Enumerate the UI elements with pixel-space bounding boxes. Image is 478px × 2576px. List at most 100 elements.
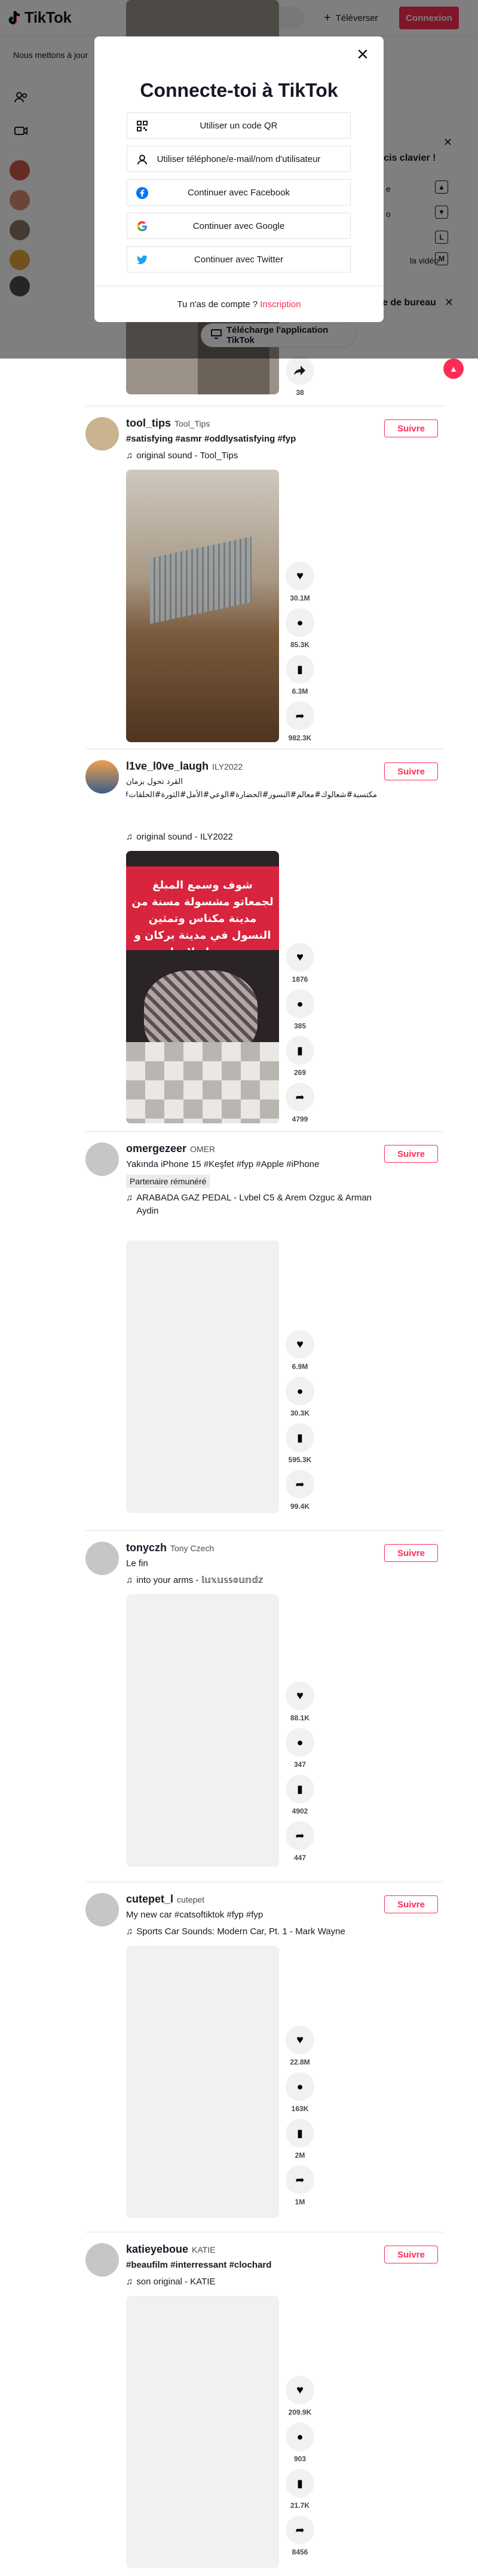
post-author[interactable]: tonyczh Tony Czech — [126, 1542, 214, 1554]
comment-action[interactable]: ● 30.3K — [286, 1377, 314, 1417]
login-qr-button[interactable]: Utiliser un code QR — [127, 112, 351, 139]
post-music[interactable]: ♫ son original - KATIE — [126, 2275, 389, 2289]
follow-button[interactable]: Suivre — [384, 1544, 438, 1562]
author-avatar[interactable] — [85, 1893, 119, 1926]
comment-action[interactable]: ● 385 — [286, 990, 314, 1030]
save-action[interactable]: ▮ 4902 — [286, 1775, 314, 1815]
share-button[interactable]: ➦ — [286, 702, 314, 730]
post-author[interactable]: cutepet_l cutepet — [126, 1893, 204, 1906]
close-modal-button[interactable]: ✕ — [354, 46, 372, 64]
follow-button[interactable]: Suivre — [384, 419, 438, 437]
video-player[interactable] — [126, 1946, 279, 2218]
share-action[interactable]: 38 — [286, 356, 314, 397]
save-button[interactable]: ▮ — [286, 2469, 314, 2498]
share-button[interactable]: ➦ — [286, 2165, 314, 2194]
comment-button[interactable]: ● — [286, 2422, 314, 2451]
like-button[interactable]: ♥ — [286, 1681, 314, 1710]
share-button[interactable]: ➦ — [286, 2516, 314, 2544]
share-button[interactable]: ➦ — [286, 1821, 314, 1850]
post-author[interactable]: katieyeboue KATIE — [126, 2243, 215, 2256]
save-button[interactable]: ▮ — [286, 1036, 314, 1065]
video-player[interactable] — [126, 470, 279, 742]
video-player[interactable] — [126, 2296, 279, 2568]
hashtag[interactable]: #satisfying — [126, 434, 173, 444]
share-action[interactable]: ➦ 4799 — [286, 1083, 314, 1123]
scroll-top-button[interactable]: ▲ — [443, 359, 464, 379]
author-username[interactable]: omergezeer — [126, 1142, 186, 1155]
save-button[interactable]: ▮ — [286, 655, 314, 684]
post-music[interactable]: ♫ original sound - Tool_Tips — [126, 449, 389, 462]
author-username[interactable]: l1ve_l0ve_laugh — [126, 760, 209, 773]
comment-button[interactable]: ● — [286, 990, 314, 1018]
like-action[interactable]: ♥ 1876 — [286, 943, 314, 984]
save-action[interactable]: ▮ 21.7K — [286, 2469, 314, 2510]
save-action[interactable]: ▮ 595.3K — [286, 1423, 314, 1464]
comment-button[interactable]: ● — [286, 2072, 314, 2101]
author-avatar[interactable] — [85, 1142, 119, 1176]
like-button[interactable]: ♥ — [286, 562, 314, 590]
share-button[interactable] — [286, 356, 314, 385]
like-button[interactable]: ♥ — [286, 2376, 314, 2405]
share-button[interactable]: ➦ — [286, 1470, 314, 1499]
share-action[interactable]: ➦ 447 — [286, 1821, 314, 1862]
follow-button[interactable]: Suivre — [384, 1895, 438, 1913]
comment-action[interactable]: ● 903 — [286, 2422, 314, 2463]
share-action[interactable]: ➦ 8456 — [286, 2516, 314, 2556]
author-username[interactable]: tool_tips — [126, 417, 171, 430]
video-player[interactable] — [126, 1594, 279, 1867]
follow-button[interactable]: Suivre — [384, 2246, 438, 2263]
post-music[interactable]: ♫ original sound - ILY2022 — [126, 831, 389, 844]
author-username[interactable]: katieyeboue — [126, 2243, 188, 2256]
video-player[interactable]: شوف وسمع المبلغ لجمعاتو مشسولة مسنة من م… — [126, 851, 279, 1123]
comment-action[interactable]: ● 163K — [286, 2072, 314, 2113]
hashtag[interactable]: #oddlysatisfying — [204, 434, 275, 444]
save-action[interactable]: ▮ 269 — [286, 1036, 314, 1077]
login-facebook-button[interactable]: Continuer avec Facebook — [127, 179, 351, 206]
comment-action[interactable]: ● 85.3K — [286, 608, 314, 649]
post-author[interactable]: l1ve_l0ve_laugh ILY2022 — [126, 760, 243, 773]
save-button[interactable]: ▮ — [286, 1775, 314, 1803]
like-button[interactable]: ♥ — [286, 1330, 314, 1359]
like-button[interactable]: ♥ — [286, 2026, 314, 2054]
hashtag[interactable]: #asmr — [176, 434, 202, 444]
like-action[interactable]: ♥ 22.8M — [286, 2026, 314, 2066]
comment-button[interactable]: ● — [286, 1728, 314, 1757]
follow-button[interactable]: Suivre — [384, 1145, 438, 1163]
comment-button[interactable]: ● — [286, 1377, 314, 1405]
follow-button[interactable]: Suivre — [384, 762, 438, 780]
author-username[interactable]: cutepet_l — [126, 1893, 173, 1906]
login-google-button[interactable]: Continuer avec Google — [127, 213, 351, 239]
share-count: 4799 — [292, 1115, 308, 1123]
save-button[interactable]: ▮ — [286, 2119, 314, 2148]
login-twitter-button[interactable]: Continuer avec Twitter — [127, 246, 351, 272]
author-avatar[interactable] — [85, 2243, 119, 2277]
post-music[interactable]: ♫ Sports Car Sounds: Modern Car, Pt. 1 -… — [126, 1925, 389, 1938]
author-username[interactable]: tonyczh — [126, 1542, 167, 1554]
save-action[interactable]: ▮ 6.3M — [286, 655, 314, 696]
post-author[interactable]: omergezeer OMER — [126, 1142, 215, 1155]
post-music[interactable]: ♫ into your arms - 𝕝𝕦𝕩𝕦𝕤𝕤𝕠𝕦𝕟𝕕𝕫 — [126, 1574, 389, 1587]
login-phone-email-button[interactable]: Utiliser téléphone/e-mail/nom d'utilisat… — [127, 146, 351, 172]
author-avatar[interactable] — [85, 417, 119, 451]
heart-icon: ♥ — [296, 2033, 304, 2047]
like-action[interactable]: ♥ 209.9K — [286, 2376, 314, 2416]
share-action[interactable]: ➦ 1M — [286, 2165, 314, 2206]
like-action[interactable]: ♥ 30.1M — [286, 562, 314, 602]
video-player[interactable] — [126, 1240, 279, 1513]
share-button[interactable]: ➦ — [286, 1083, 314, 1111]
post-author[interactable]: tool_tips Tool_Tips — [126, 417, 210, 430]
comment-action[interactable]: ● 347 — [286, 1728, 314, 1769]
save-action[interactable]: ▮ 2M — [286, 2119, 314, 2160]
like-action[interactable]: ♥ 88.1K — [286, 1681, 314, 1722]
share-action[interactable]: ➦ 982.3K — [286, 702, 314, 742]
post-music[interactable]: ♫ ARABADA GAZ PEDAL - Lvbel C5 & Arem Oz… — [126, 1191, 389, 1218]
author-avatar[interactable] — [85, 1542, 119, 1575]
save-button[interactable]: ▮ — [286, 1423, 314, 1452]
share-action[interactable]: ➦ 99.4K — [286, 1470, 314, 1511]
signup-link[interactable]: Inscription — [260, 299, 301, 310]
hashtag[interactable]: #fyp — [277, 434, 296, 444]
like-action[interactable]: ♥ 6.9M — [286, 1330, 314, 1371]
author-avatar[interactable] — [85, 760, 119, 794]
like-button[interactable]: ♥ — [286, 943, 314, 972]
comment-button[interactable]: ● — [286, 608, 314, 637]
